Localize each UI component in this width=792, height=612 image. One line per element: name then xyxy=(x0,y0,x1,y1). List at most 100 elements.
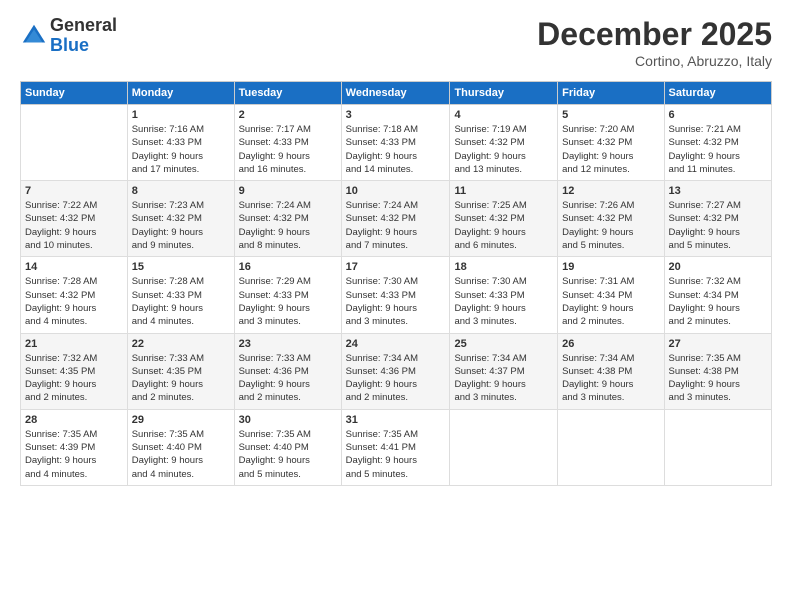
col-monday: Monday xyxy=(127,82,234,105)
day-info: Sunrise: 7:27 AM Sunset: 4:32 PM Dayligh… xyxy=(669,199,767,252)
day-number: 30 xyxy=(239,414,337,426)
day-cell: 14 Sunrise: 7:28 AM Sunset: 4:32 PM Dayli… xyxy=(21,257,128,333)
col-tuesday: Tuesday xyxy=(234,82,341,105)
day-number: 17 xyxy=(346,261,446,273)
day-cell xyxy=(21,105,128,181)
day-cell: 15Sunrise: 7:28 AM Sunset: 4:33 PM Dayli… xyxy=(127,257,234,333)
day-cell: 9 Sunrise: 7:24 AM Sunset: 4:32 PM Daylig… xyxy=(234,181,341,257)
day-number: 13 xyxy=(669,185,767,197)
day-info: Sunrise: 7:19 AM Sunset: 4:32 PM Dayligh… xyxy=(454,123,553,176)
day-cell: 24Sunrise: 7:34 AM Sunset: 4:36 PM Dayli… xyxy=(341,333,450,409)
day-cell: 26Sunrise: 7:34 AM Sunset: 4:38 PM Dayli… xyxy=(558,333,664,409)
day-number: 1 xyxy=(132,109,230,121)
day-number: 27 xyxy=(669,338,767,350)
day-cell: 22 Sunrise: 7:33 AM Sunset: 4:35 PM Dayli… xyxy=(127,333,234,409)
col-sunday: Sunday xyxy=(21,82,128,105)
day-info: Sunrise: 7:35 AM Sunset: 4:38 PM Dayligh… xyxy=(669,352,767,405)
day-cell: 23Sunrise: 7:33 AM Sunset: 4:36 PM Dayli… xyxy=(234,333,341,409)
header-row: Sunday Monday Tuesday Wednesday Thursday… xyxy=(21,82,772,105)
day-cell: 12 Sunrise: 7:26 AM Sunset: 4:32 PM Dayli… xyxy=(558,181,664,257)
day-info: Sunrise: 7:20 AM Sunset: 4:32 PM Dayligh… xyxy=(562,123,659,176)
day-number: 18 xyxy=(454,261,553,273)
day-number: 8 xyxy=(132,185,230,197)
week-row-3: 14 Sunrise: 7:28 AM Sunset: 4:32 PM Dayli… xyxy=(21,257,772,333)
day-number: 31 xyxy=(346,414,446,426)
day-cell: 16 Sunrise: 7:29 AM Sunset: 4:33 PM Dayli… xyxy=(234,257,341,333)
day-info: Sunrise: 7:32 AM Sunset: 4:34 PM Dayligh… xyxy=(669,275,767,328)
day-cell: 2 Sunrise: 7:17 AM Sunset: 4:33 PM Daylig… xyxy=(234,105,341,181)
day-info: Sunrise: 7:34 AM Sunset: 4:37 PM Dayligh… xyxy=(454,352,553,405)
day-cell xyxy=(664,409,771,485)
day-cell: 25 Sunrise: 7:34 AM Sunset: 4:37 PM Dayli… xyxy=(450,333,558,409)
day-info: Sunrise: 7:28 AM Sunset: 4:32 PM Dayligh… xyxy=(25,275,123,328)
day-number: 22 xyxy=(132,338,230,350)
day-info: Sunrise: 7:30 AM Sunset: 4:33 PM Dayligh… xyxy=(346,275,446,328)
day-number: 3 xyxy=(346,109,446,121)
day-cell: 20Sunrise: 7:32 AM Sunset: 4:34 PM Dayli… xyxy=(664,257,771,333)
day-cell xyxy=(450,409,558,485)
day-cell: 21 Sunrise: 7:32 AM Sunset: 4:35 PM Dayli… xyxy=(21,333,128,409)
day-number: 14 xyxy=(25,261,123,273)
day-cell: 4 Sunrise: 7:19 AM Sunset: 4:32 PM Daylig… xyxy=(450,105,558,181)
day-info: Sunrise: 7:32 AM Sunset: 4:35 PM Dayligh… xyxy=(25,352,123,405)
col-thursday: Thursday xyxy=(450,82,558,105)
day-info: Sunrise: 7:30 AM Sunset: 4:33 PM Dayligh… xyxy=(454,275,553,328)
day-cell xyxy=(558,409,664,485)
day-cell: 5 Sunrise: 7:20 AM Sunset: 4:32 PM Daylig… xyxy=(558,105,664,181)
day-number: 12 xyxy=(562,185,659,197)
col-saturday: Saturday xyxy=(664,82,771,105)
day-number: 11 xyxy=(454,185,553,197)
day-info: Sunrise: 7:35 AM Sunset: 4:40 PM Dayligh… xyxy=(239,428,337,481)
week-row-5: 28 Sunrise: 7:35 AM Sunset: 4:39 PM Dayli… xyxy=(21,409,772,485)
day-cell: 18 Sunrise: 7:30 AM Sunset: 4:33 PM Dayli… xyxy=(450,257,558,333)
day-cell: 19Sunrise: 7:31 AM Sunset: 4:34 PM Dayli… xyxy=(558,257,664,333)
day-info: Sunrise: 7:22 AM Sunset: 4:32 PM Dayligh… xyxy=(25,199,123,252)
week-row-2: 7 Sunrise: 7:22 AM Sunset: 4:32 PM Daylig… xyxy=(21,181,772,257)
day-number: 2 xyxy=(239,109,337,121)
day-cell: 13 Sunrise: 7:27 AM Sunset: 4:32 PM Dayli… xyxy=(664,181,771,257)
day-info: Sunrise: 7:31 AM Sunset: 4:34 PM Dayligh… xyxy=(562,275,659,328)
calendar-table: Sunday Monday Tuesday Wednesday Thursday… xyxy=(20,81,772,486)
day-number: 6 xyxy=(669,109,767,121)
day-cell: 31 Sunrise: 7:35 AM Sunset: 4:41 PM Dayli… xyxy=(341,409,450,485)
day-number: 7 xyxy=(25,185,123,197)
day-cell: 17 Sunrise: 7:30 AM Sunset: 4:33 PM Dayli… xyxy=(341,257,450,333)
day-number: 16 xyxy=(239,261,337,273)
week-row-1: 1 Sunrise: 7:16 AM Sunset: 4:33 PM Daylig… xyxy=(21,105,772,181)
day-number: 28 xyxy=(25,414,123,426)
day-number: 5 xyxy=(562,109,659,121)
day-info: Sunrise: 7:34 AM Sunset: 4:38 PM Dayligh… xyxy=(562,352,659,405)
logo-icon xyxy=(20,22,48,50)
day-info: Sunrise: 7:25 AM Sunset: 4:32 PM Dayligh… xyxy=(454,199,553,252)
day-info: Sunrise: 7:35 AM Sunset: 4:39 PM Dayligh… xyxy=(25,428,123,481)
day-cell: 7 Sunrise: 7:22 AM Sunset: 4:32 PM Daylig… xyxy=(21,181,128,257)
day-info: Sunrise: 7:28 AM Sunset: 4:33 PM Dayligh… xyxy=(132,275,230,328)
day-number: 25 xyxy=(454,338,553,350)
day-number: 4 xyxy=(454,109,553,121)
day-info: Sunrise: 7:29 AM Sunset: 4:33 PM Dayligh… xyxy=(239,275,337,328)
logo-line2: Blue xyxy=(50,35,89,55)
day-info: Sunrise: 7:24 AM Sunset: 4:32 PM Dayligh… xyxy=(346,199,446,252)
day-cell: 3Sunrise: 7:18 AM Sunset: 4:33 PM Daylig… xyxy=(341,105,450,181)
day-info: Sunrise: 7:26 AM Sunset: 4:32 PM Dayligh… xyxy=(562,199,659,252)
day-info: Sunrise: 7:24 AM Sunset: 4:32 PM Dayligh… xyxy=(239,199,337,252)
day-cell: 28 Sunrise: 7:35 AM Sunset: 4:39 PM Dayli… xyxy=(21,409,128,485)
day-cell: 1 Sunrise: 7:16 AM Sunset: 4:33 PM Daylig… xyxy=(127,105,234,181)
header: General Blue December 2025 Cortino, Abru… xyxy=(20,16,772,69)
day-info: Sunrise: 7:33 AM Sunset: 4:35 PM Dayligh… xyxy=(132,352,230,405)
month-title: December 2025 xyxy=(537,16,772,53)
location: Cortino, Abruzzo, Italy xyxy=(537,53,772,69)
logo: General Blue xyxy=(20,16,117,56)
day-info: Sunrise: 7:16 AM Sunset: 4:33 PM Dayligh… xyxy=(132,123,230,176)
col-friday: Friday xyxy=(558,82,664,105)
day-number: 21 xyxy=(25,338,123,350)
day-cell: 27 Sunrise: 7:35 AM Sunset: 4:38 PM Dayli… xyxy=(664,333,771,409)
week-row-4: 21 Sunrise: 7:32 AM Sunset: 4:35 PM Dayli… xyxy=(21,333,772,409)
day-number: 23 xyxy=(239,338,337,350)
day-info: Sunrise: 7:35 AM Sunset: 4:41 PM Dayligh… xyxy=(346,428,446,481)
day-info: Sunrise: 7:23 AM Sunset: 4:32 PM Dayligh… xyxy=(132,199,230,252)
calendar-page: General Blue December 2025 Cortino, Abru… xyxy=(0,0,792,612)
day-cell: 11 Sunrise: 7:25 AM Sunset: 4:32 PM Dayli… xyxy=(450,181,558,257)
day-info: Sunrise: 7:17 AM Sunset: 4:33 PM Dayligh… xyxy=(239,123,337,176)
day-number: 9 xyxy=(239,185,337,197)
